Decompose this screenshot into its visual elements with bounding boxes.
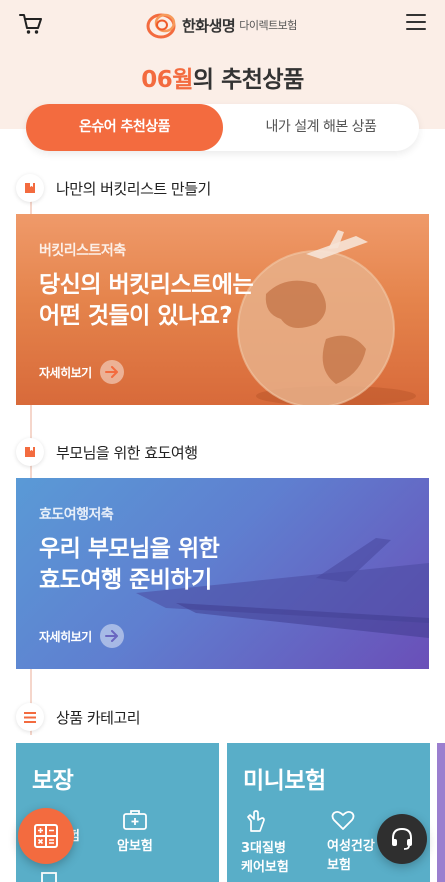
banner-headline-line1: 우리 부모님을 위한 xyxy=(39,536,220,562)
hand-care-icon xyxy=(247,810,265,832)
category-item-label-line2: 보험 xyxy=(327,858,351,873)
bookmark-icon xyxy=(16,174,44,202)
banner-headline: 당신의 버킷리스트에는 어떤 것들이 있나요? xyxy=(39,270,254,332)
heart-icon xyxy=(331,810,355,830)
section-title: 상품 카테고리 xyxy=(56,708,141,727)
banner-headline-line2: 어떤 것들이 있나요? xyxy=(39,303,233,329)
arrow-right-icon xyxy=(99,360,124,384)
more-label: 자세히보기 xyxy=(39,365,92,380)
bucketlist-savings-banner[interactable]: 버킷리스트저축 당신의 버킷리스트에는 어떤 것들이 있나요? 자세히보기 xyxy=(16,214,429,405)
category-item-label-line2: 케어보험 xyxy=(241,860,289,875)
category-item-cancer[interactable]: 암보험 xyxy=(117,809,153,856)
medical-kit-icon xyxy=(123,810,147,830)
section-bucketlist-header: 나만의 버킷리스트 만들기 xyxy=(16,174,211,202)
category-card-next[interactable] xyxy=(437,743,445,882)
section-product-category-header: 상품 카테고리 xyxy=(16,703,141,731)
hamburger-menu-icon[interactable] xyxy=(406,14,426,32)
banner-headline-line1: 당신의 버킷리스트에는 xyxy=(39,272,254,298)
customer-support-button[interactable] xyxy=(377,814,427,864)
logo-text: 한화생명 xyxy=(182,16,236,35)
calculator-icon xyxy=(34,824,58,848)
page-title: 06월의 추천상품 xyxy=(0,60,445,94)
top-header: 한화생명 다이렉트보험 xyxy=(0,0,445,50)
category-item-three-diseases[interactable]: 3대질병 케어보험 xyxy=(241,809,289,877)
section-title: 부모님을 위한 효도여행 xyxy=(56,443,198,462)
document-icon xyxy=(41,872,57,882)
logo-subtext: 다이렉트보험 xyxy=(239,19,297,32)
bookmark-icon xyxy=(16,438,44,466)
logo-mark-icon xyxy=(146,10,180,40)
banner-kicker: 버킷리스트저축 xyxy=(39,243,126,259)
category-item-womens-health[interactable]: 여성건강 보험 xyxy=(327,809,375,875)
category-item-label-line1: 여성건강 xyxy=(327,839,375,854)
banner-more-link[interactable]: 자세히보기 xyxy=(39,624,124,648)
category-title: 보장 xyxy=(32,768,74,794)
brand-logo[interactable]: 한화생명 다이렉트보험 xyxy=(146,10,297,40)
arrow-right-icon xyxy=(99,624,124,648)
headset-icon xyxy=(392,827,412,850)
section-title: 나만의 버킷리스트 만들기 xyxy=(56,179,211,198)
banner-headline-line2: 효도여행 준비하기 xyxy=(39,567,212,593)
banner-headline: 우리 부모님을 위한 효도여행 준비하기 xyxy=(39,534,220,596)
banner-kicker: 효도여행저축 xyxy=(39,507,114,523)
banner-more-link[interactable]: 자세히보기 xyxy=(39,360,124,384)
tab-onsure-recommended[interactable]: 온슈어 추천상품 xyxy=(26,104,223,151)
tab-my-designed-products[interactable]: 내가 설계 해본 상품 xyxy=(223,104,419,151)
list-icon xyxy=(16,703,44,731)
calculator-button[interactable] xyxy=(18,808,74,864)
more-label: 자세히보기 xyxy=(39,629,92,644)
filial-trip-savings-banner[interactable]: 효도여행저축 우리 부모님을 위한 효도여행 준비하기 자세히보기 xyxy=(16,478,429,669)
title-month: 06월 xyxy=(141,67,193,93)
section-parents-trip-header: 부모님을 위한 효도여행 xyxy=(16,438,198,466)
category-item-label-line1: 3대질병 xyxy=(241,841,286,856)
title-rest: 의 추천상품 xyxy=(192,67,304,93)
category-title: 미니보험 xyxy=(243,768,326,794)
category-item-label: 암보험 xyxy=(117,839,153,854)
recommendation-tabs: 온슈어 추천상품 내가 설계 해본 상품 xyxy=(26,104,419,151)
cart-icon[interactable] xyxy=(19,13,43,35)
category-cards: 보장 보험 암보험 미니보험 3대질병 케어보험 xyxy=(16,743,445,882)
